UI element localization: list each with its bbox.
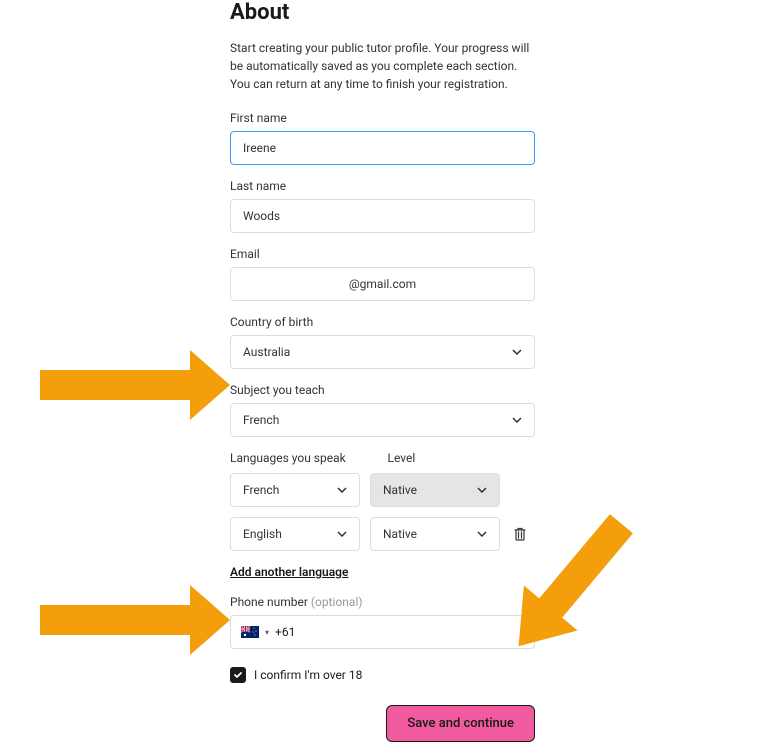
subject-label: Subject you teach [230, 383, 535, 397]
phone-input[interactable]: ▾ +61 [230, 615, 535, 649]
first-name-input[interactable] [230, 131, 535, 165]
chevron-down-icon: ▾ [265, 628, 269, 637]
last-name-input[interactable] [230, 199, 535, 233]
trash-icon [513, 527, 527, 541]
level-select-0: Native [370, 473, 500, 507]
country-label: Country of birth [230, 315, 535, 329]
first-name-label: First name [230, 111, 535, 125]
chevron-down-icon [512, 347, 522, 357]
chevron-down-icon [337, 485, 347, 495]
annotation-arrow [40, 580, 230, 660]
confirm-age-checkbox[interactable] [230, 667, 246, 683]
email-label: Email [230, 247, 535, 261]
page-subtitle: Start creating your public tutor profile… [230, 39, 535, 93]
language-select-0[interactable]: French [230, 473, 360, 507]
chevron-down-icon [512, 415, 522, 425]
confirm-age-label: I confirm I'm over 18 [254, 668, 362, 682]
flag-icon-au [241, 626, 259, 638]
country-select[interactable]: Australia [230, 335, 535, 369]
email-input[interactable] [230, 267, 535, 301]
chevron-down-icon [337, 529, 347, 539]
subject-select[interactable]: French [230, 403, 535, 437]
page-title: About [230, 0, 535, 25]
country-value: Australia [243, 345, 290, 359]
check-icon [233, 670, 243, 680]
phone-label: Phone number (optional) [230, 595, 535, 609]
chevron-down-icon [477, 529, 487, 539]
language-value: French [243, 483, 279, 497]
language-select-1[interactable]: English [230, 517, 360, 551]
subject-value: French [243, 413, 279, 427]
chevron-down-icon [477, 485, 487, 495]
delete-language-button[interactable] [510, 524, 530, 544]
add-language-link[interactable]: Add another language [230, 565, 348, 579]
level-label: Level [388, 451, 536, 467]
annotation-arrow [40, 345, 230, 425]
dialcode: +61 [275, 625, 295, 639]
language-value: English [243, 527, 282, 541]
save-continue-button[interactable]: Save and continue [386, 705, 535, 742]
level-value: Native [383, 483, 417, 497]
level-select-1[interactable]: Native [370, 517, 500, 551]
languages-label: Languages you speak [230, 451, 378, 467]
level-value: Native [383, 527, 417, 541]
last-name-label: Last name [230, 179, 535, 193]
